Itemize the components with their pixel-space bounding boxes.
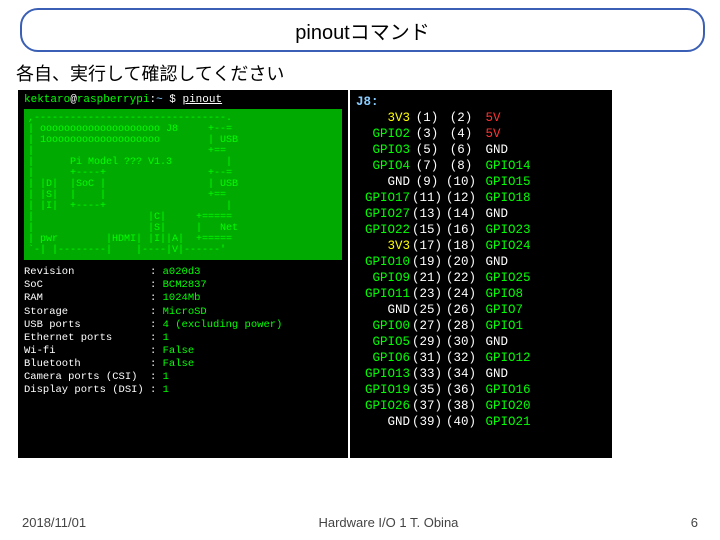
j8-header: J8: — [356, 94, 606, 110]
pin-row: GPIO4(7)(8) GPIO14 — [356, 158, 606, 174]
prompt-host: raspberrypi — [77, 94, 150, 106]
pin-row: 3V3(1)(2) 5V — [356, 110, 606, 126]
specs-block: Revision : a020d3SoC : BCM2837RAM : 1024… — [24, 266, 342, 397]
footer: 2018/11/01 Hardware I/O 1 T. Obina 6 — [0, 515, 720, 530]
pin-row: GPIO11(23)(24) GPIO8 — [356, 286, 606, 302]
spec-row: Wi-fi : False — [24, 345, 342, 358]
board-art: ,--------------------------------. | ooo… — [24, 109, 342, 260]
pin-row: GND(25)(26) GPIO7 — [356, 302, 606, 318]
prompt-cmd: pinout — [182, 94, 222, 106]
title-text: pinoutコマンド — [295, 16, 430, 45]
pin-row: GPIO22(15)(16) GPIO23 — [356, 222, 606, 238]
pin-row: GPIO3(5)(6) GND — [356, 142, 606, 158]
footer-center: Hardware I/O 1 T. Obina — [318, 515, 458, 530]
prompt-line: kektaro@raspberrypi:~ $ pinout — [24, 94, 342, 107]
pin-row: GPIO26(37)(38) GPIO20 — [356, 398, 606, 414]
spec-row: Storage : MicroSD — [24, 306, 342, 319]
terminal-right: J8: 3V3(1)(2) 5VGPIO2(3)(4) 5VGPIO3(5)(6… — [350, 90, 612, 458]
pin-table: 3V3(1)(2) 5VGPIO2(3)(4) 5VGPIO3(5)(6) GN… — [356, 110, 606, 430]
pin-row: GPIO27(13)(14) GND — [356, 206, 606, 222]
title-box: pinoutコマンド — [20, 8, 705, 52]
spec-row: Revision : a020d3 — [24, 266, 342, 279]
spec-row: SoC : BCM2837 — [24, 279, 342, 292]
spec-row: Bluetooth : False — [24, 358, 342, 371]
pin-row: GPIO19(35)(36) GPIO16 — [356, 382, 606, 398]
pin-row: GPIO9(21)(22) GPIO25 — [356, 270, 606, 286]
subtitle: 各自、実行して確認してください — [16, 60, 284, 86]
footer-date: 2018/11/01 — [22, 515, 86, 530]
spec-row: USB ports : 4 (excluding power) — [24, 319, 342, 332]
pin-row: GPIO10(19)(20) GND — [356, 254, 606, 270]
pin-row: GPIO0(27)(28) GPIO1 — [356, 318, 606, 334]
pin-row: 3V3(17)(18) GPIO24 — [356, 238, 606, 254]
spec-row: RAM : 1024Mb — [24, 292, 342, 305]
spec-row: Display ports (DSI) : 1 — [24, 384, 342, 397]
spec-row: Ethernet ports : 1 — [24, 332, 342, 345]
pin-row: GND(39)(40) GPIO21 — [356, 414, 606, 430]
pin-row: GND(9)(10) GPIO15 — [356, 174, 606, 190]
pin-row: GPIO13(33)(34) GND — [356, 366, 606, 382]
pin-row: GPIO5(29)(30) GND — [356, 334, 606, 350]
terminal-left: kektaro@raspberrypi:~ $ pinout ,--------… — [18, 90, 348, 458]
spec-row: Camera ports (CSI) : 1 — [24, 371, 342, 384]
pin-row: GPIO2(3)(4) 5V — [356, 126, 606, 142]
footer-page: 6 — [691, 515, 698, 530]
prompt-user: kektaro — [24, 94, 70, 106]
pin-row: GPIO6(31)(32) GPIO12 — [356, 350, 606, 366]
pin-row: GPIO17(11)(12) GPIO18 — [356, 190, 606, 206]
prompt-path: ~ — [156, 94, 163, 106]
